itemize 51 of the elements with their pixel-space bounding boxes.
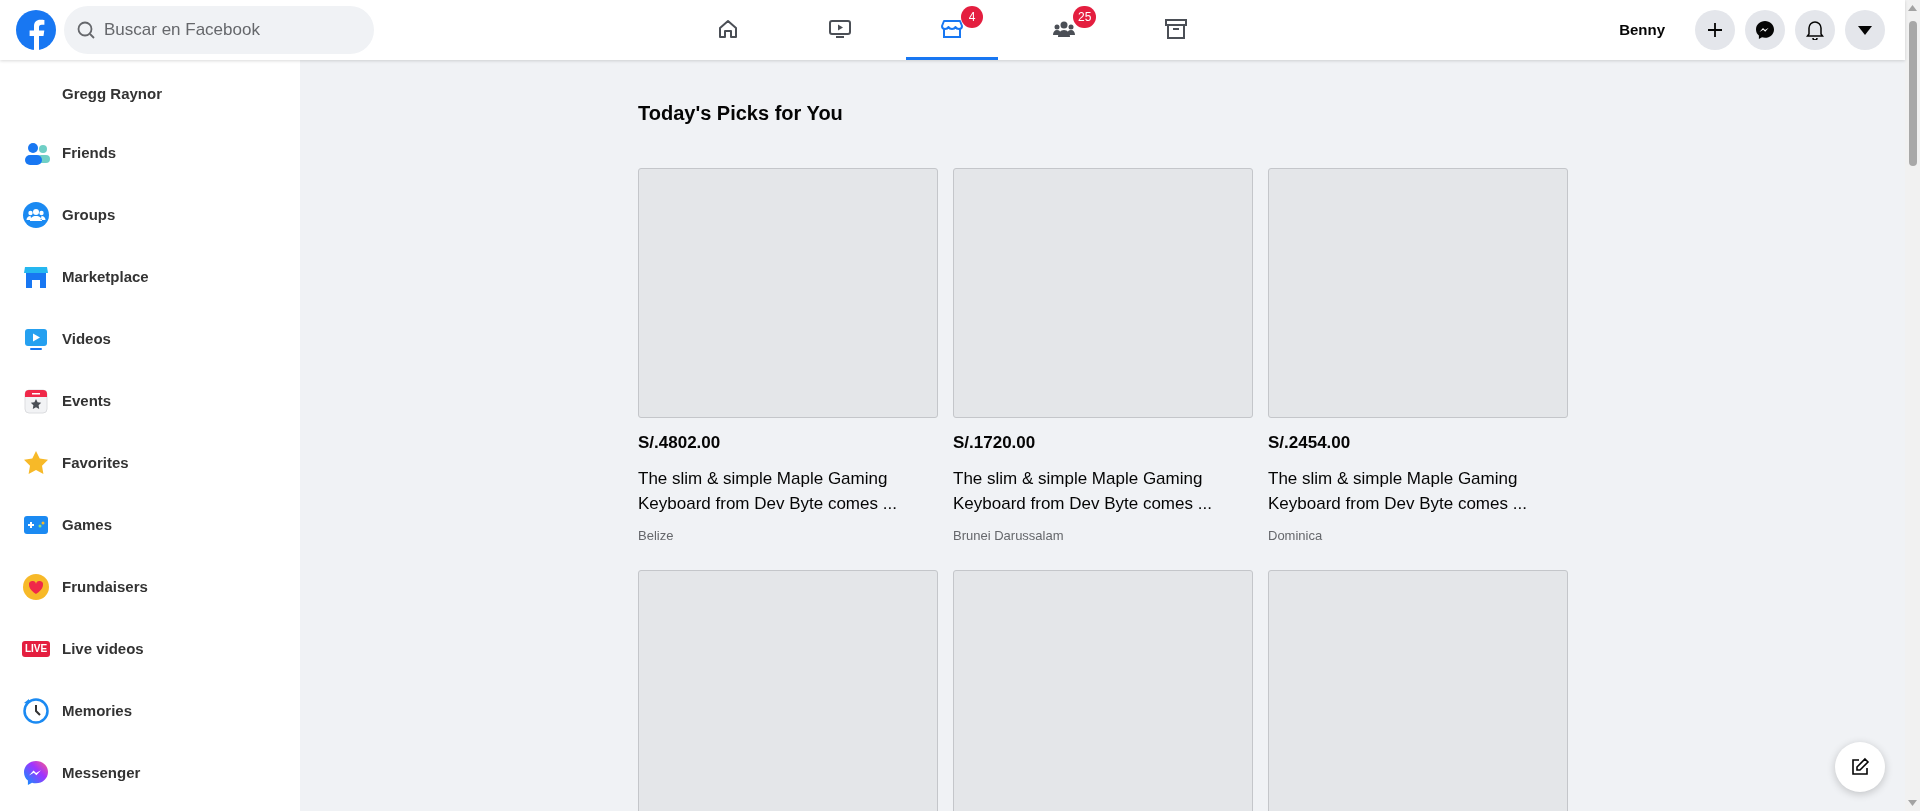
sidebar-item[interactable]: Videos (0, 308, 300, 370)
calendar-icon (22, 387, 50, 415)
sidebar-item[interactable]: Groups (0, 184, 300, 246)
sidebar-item[interactable]: Marketplace (0, 246, 300, 308)
sidebar-item[interactable]: Friends (0, 122, 300, 184)
bell-icon (1806, 20, 1824, 40)
compose-button[interactable] (1835, 742, 1885, 792)
messenger-icon (22, 759, 50, 787)
clock-icon (22, 697, 50, 725)
edit-icon (1850, 757, 1870, 777)
facebook-logo[interactable] (16, 10, 56, 50)
listing-price: S/.2454.00 (1268, 432, 1352, 454)
listing-location: Belize (638, 526, 675, 545)
scrollbar[interactable] (1905, 0, 1920, 811)
sidebar-item[interactable]: Gregg Raynor (0, 66, 300, 122)
notification-badge: 25 (1073, 6, 1097, 28)
listing-price: S/.1720.00 (953, 432, 1037, 454)
messenger-button[interactable] (1745, 10, 1785, 50)
listing-location: Brunei Darussalam (953, 526, 1065, 545)
sidebar-item[interactable]: Memories (0, 680, 300, 742)
caret-icon (1858, 25, 1872, 35)
listing-price: S/.4802.00 (638, 432, 722, 454)
user-name[interactable]: Benny (1619, 18, 1665, 42)
sidebar-item[interactable]: Frundaisers (0, 556, 300, 618)
listing-location: Dominica (1268, 526, 1324, 545)
nav-tab[interactable]: 4 (906, 0, 998, 60)
notifications-button[interactable] (1795, 10, 1835, 50)
sidebar-item[interactable]: Events (0, 370, 300, 432)
sidebar-item[interactable]: Favorites (0, 432, 300, 494)
sidebar-item[interactable]: Messenger (0, 742, 300, 804)
create-button[interactable] (1695, 10, 1735, 50)
live-icon: LIVE (21, 641, 51, 657)
search-field[interactable]: Buscar en Facebook (64, 6, 374, 54)
scroll-down-icon[interactable] (1908, 800, 1917, 806)
plus-icon (1706, 21, 1724, 39)
sidebar-item[interactable]: LIVE Live videos (0, 618, 300, 680)
listing-title[interactable]: The slim & simple Maple Gaming Keyboard from Dev Byte comes ... (638, 465, 938, 516)
listing-title[interactable]: The slim & simple Maple Gaming Keyboard from Dev Byte comes ... (1268, 465, 1568, 516)
listing-title[interactable]: The slim & simple Maple Gaming Keyboard from Dev Byte comes ... (953, 465, 1253, 516)
notification-badge: 4 (961, 6, 983, 28)
search-icon (76, 20, 96, 40)
nav-tab[interactable]: 25 (1018, 0, 1110, 60)
account-menu-button[interactable] (1845, 10, 1885, 50)
messenger-icon (1755, 20, 1775, 40)
group-icon (22, 201, 50, 229)
section-title: Today's Picks for You (638, 101, 844, 126)
sidebar-item[interactable]: Games (0, 494, 300, 556)
scrollbar-thumb[interactable] (1908, 21, 1917, 166)
scroll-up-icon[interactable] (1908, 5, 1917, 11)
archive-icon (1164, 16, 1188, 41)
star-icon (22, 449, 50, 477)
